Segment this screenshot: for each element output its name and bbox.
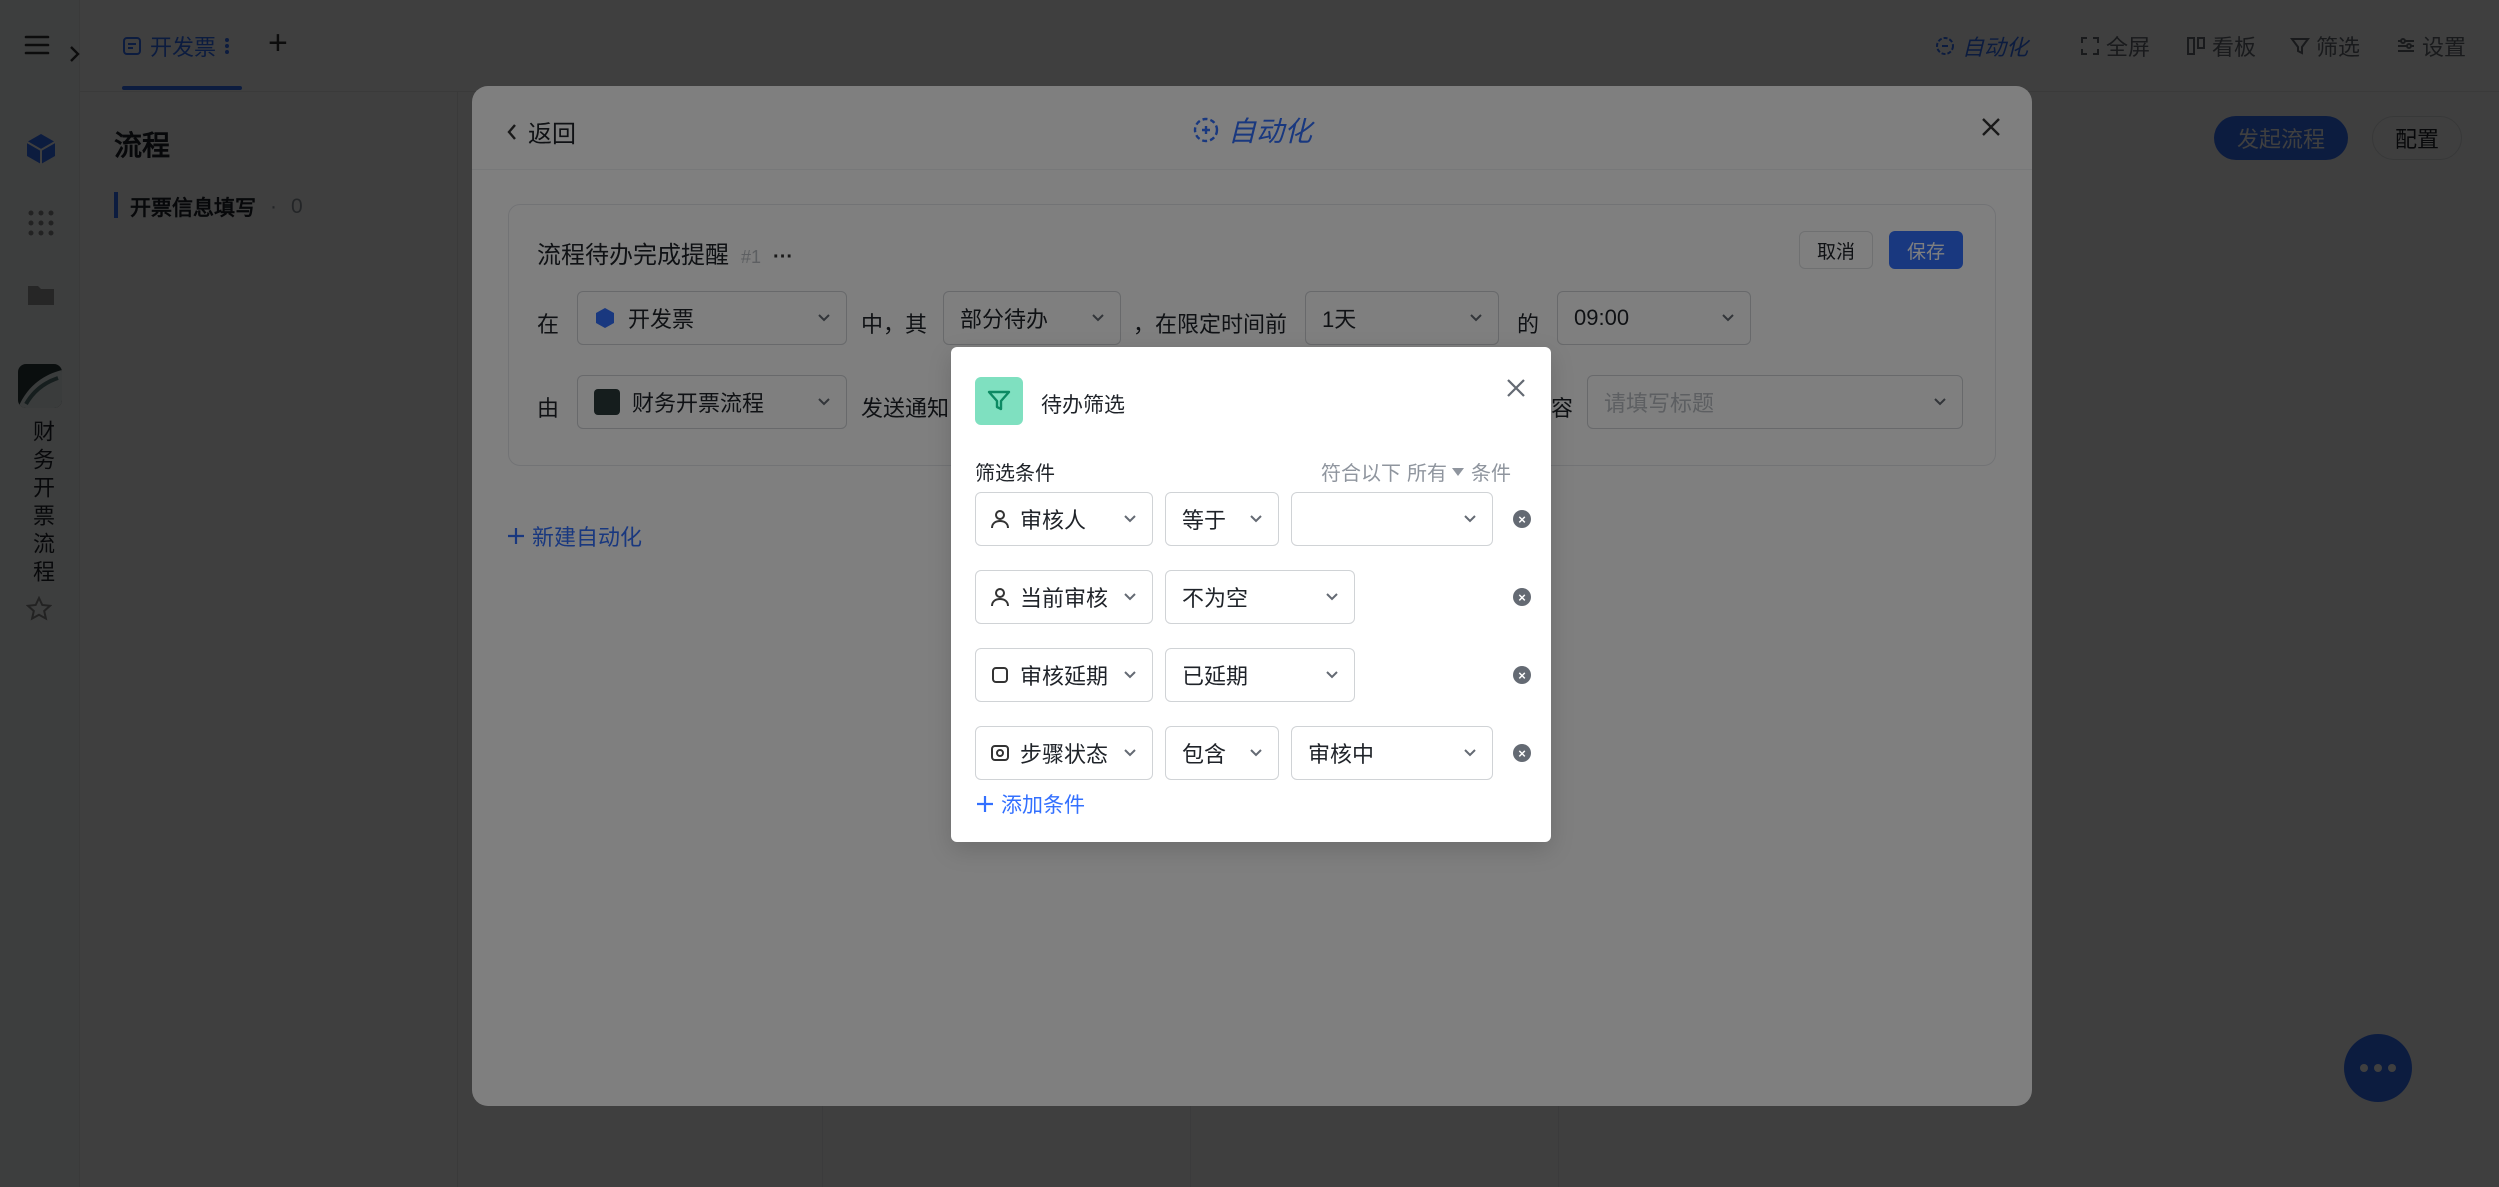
condition-operator-select[interactable]: 不为空: [1165, 570, 1355, 624]
chevron-down-icon: [1326, 671, 1338, 679]
remove-condition-icon[interactable]: ×: [1513, 588, 1531, 606]
checkbox-icon: [992, 667, 1008, 683]
condition-value: 审核中: [1308, 742, 1375, 767]
condition-row: 审核人 等于 ×: [975, 492, 1535, 546]
add-condition-label: 添加条件: [1001, 794, 1085, 817]
todo-filter-dialog: 待办筛选 筛选条件 符合以下 所有 条件 审核人 等于 × 当前审核 不为空 ×…: [951, 347, 1551, 842]
condition-operator-value: 包含: [1182, 742, 1227, 767]
condition-field-value: 审核人: [1020, 508, 1087, 533]
match-suffix: 条件: [1471, 463, 1511, 485]
condition-field-select[interactable]: 当前审核: [975, 570, 1153, 624]
condition-operator-select[interactable]: 等于: [1165, 492, 1279, 546]
match-mode: 符合以下 所有 条件: [1321, 457, 1511, 486]
add-condition-button[interactable]: 添加条件: [975, 789, 1085, 819]
chevron-down-icon: [1250, 515, 1262, 523]
plus-icon: [977, 796, 993, 812]
chevron-down-icon: [1250, 749, 1262, 757]
chevron-down-icon: [1124, 515, 1136, 523]
chevron-down-icon: [1122, 589, 1138, 605]
chevron-down-icon: [1122, 667, 1138, 683]
condition-value-select[interactable]: [1291, 492, 1493, 546]
condition-operator-value: 已延期: [1182, 664, 1249, 689]
chevron-down-icon: [1326, 593, 1338, 601]
match-mode-select[interactable]: 所有: [1407, 457, 1465, 486]
close-icon[interactable]: [1505, 377, 1527, 404]
condition-operator-select[interactable]: 已延期: [1165, 648, 1355, 702]
chevron-down-icon: [1464, 749, 1476, 757]
step-status-icon: [991, 745, 1009, 761]
conditions-label: 筛选条件: [975, 463, 1055, 485]
condition-row: 步骤状态 包含 审核中 ×: [975, 726, 1535, 780]
match-mode-value: 所有: [1407, 463, 1447, 485]
chevron-down-icon: [1122, 745, 1138, 761]
person-icon: [991, 510, 1009, 529]
condition-field-select[interactable]: 审核人: [975, 492, 1153, 546]
match-prefix: 符合以下: [1321, 463, 1401, 485]
condition-row: 审核延期 已延期 ×: [975, 648, 1535, 702]
remove-condition-icon[interactable]: ×: [1513, 744, 1531, 762]
condition-field-select[interactable]: 审核延期: [975, 648, 1153, 702]
condition-row: 当前审核 不为空 ×: [975, 570, 1535, 624]
condition-field-value: 审核延期: [1020, 664, 1109, 689]
condition-field-select[interactable]: 步骤状态: [975, 726, 1153, 780]
dialog-title: 待办筛选: [1041, 394, 1125, 417]
condition-value-select[interactable]: 审核中: [1291, 726, 1493, 780]
condition-field-value: 当前审核: [1020, 586, 1109, 611]
caret-down-icon: [1452, 467, 1464, 476]
condition-operator-value: 不为空: [1182, 586, 1249, 611]
condition-operator-select[interactable]: 包含: [1165, 726, 1279, 780]
condition-field-value: 步骤状态: [1020, 742, 1109, 767]
chevron-down-icon: [1464, 515, 1476, 523]
person-icon: [991, 588, 1009, 607]
filter-icon: [975, 377, 1023, 425]
condition-operator-value: 等于: [1182, 508, 1227, 533]
remove-condition-icon[interactable]: ×: [1513, 510, 1531, 528]
remove-condition-icon[interactable]: ×: [1513, 666, 1531, 684]
